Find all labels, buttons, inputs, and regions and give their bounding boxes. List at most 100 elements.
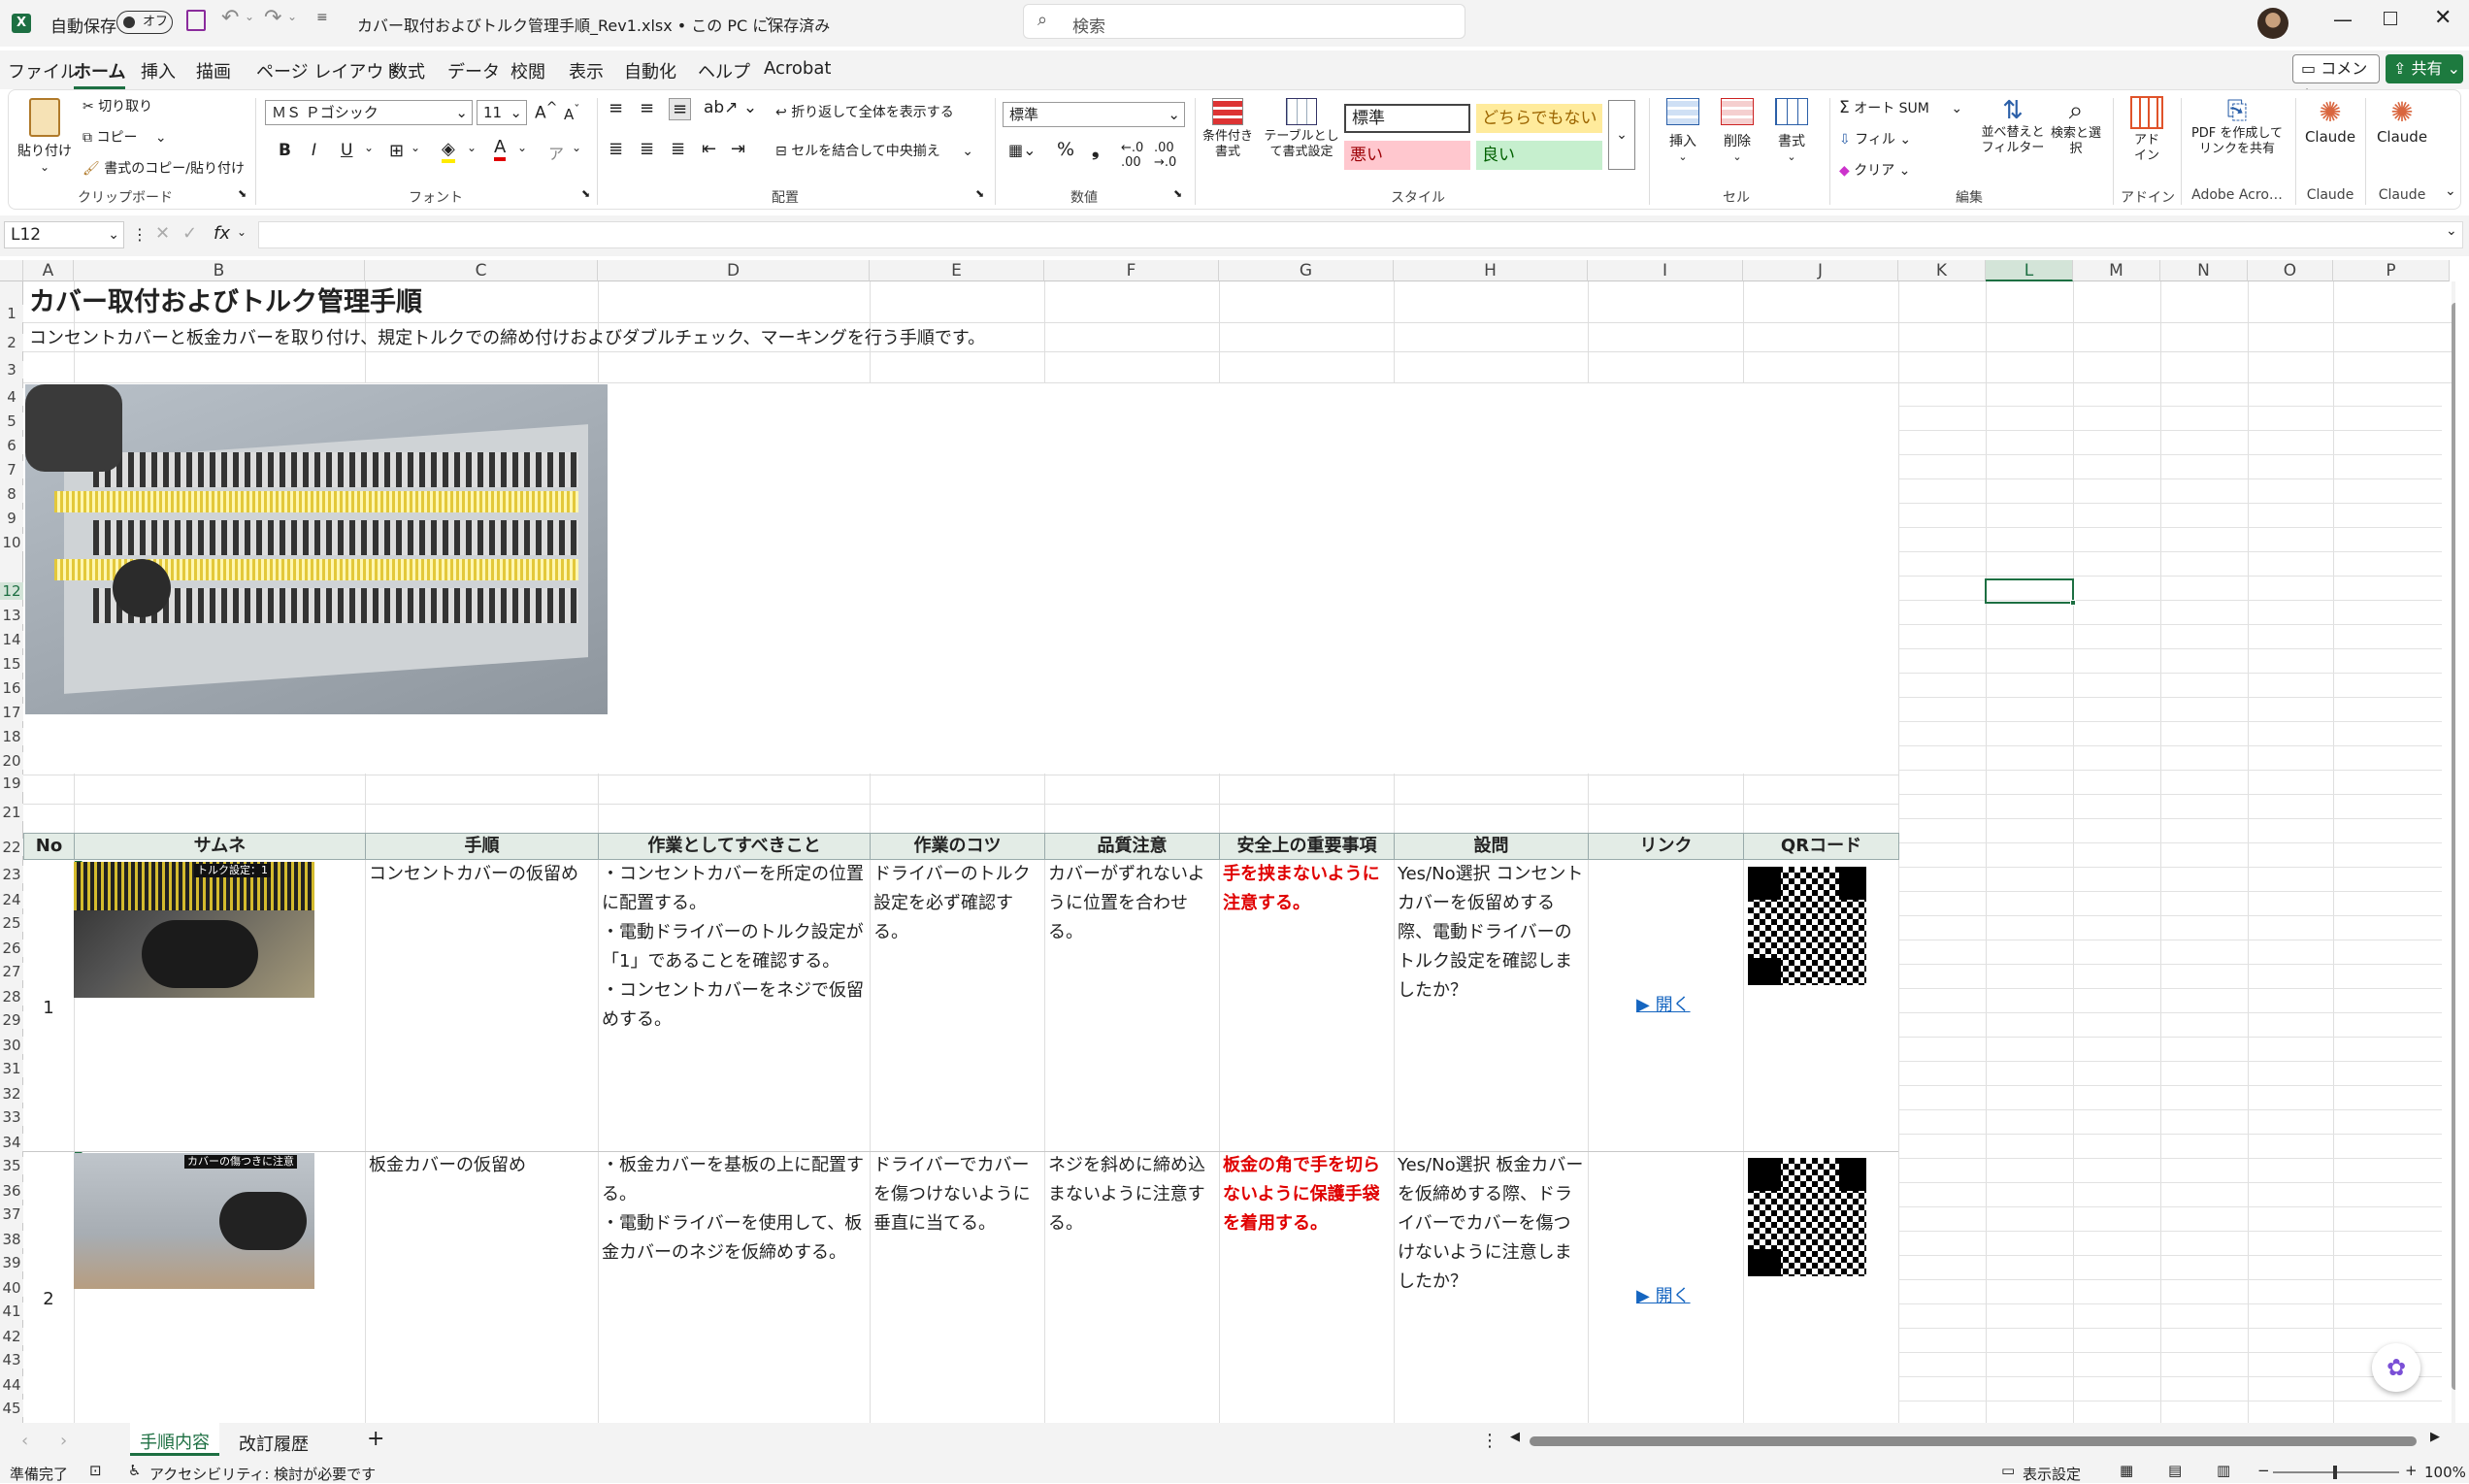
page-layout-view-icon[interactable]: ▤ [2168, 1462, 2182, 1479]
zoom-level[interactable]: 100% [2424, 1464, 2466, 1481]
selected-cell-l12[interactable] [1985, 578, 2074, 604]
font-name-select[interactable]: ＭＳ Ｐゴシック ⌄ [265, 100, 473, 125]
font-color-dropdown-icon[interactable]: ⌄ [517, 141, 527, 154]
save-icon[interactable] [186, 10, 206, 31]
row-1-open-link[interactable]: ▶ 開く [1636, 991, 1691, 1020]
menu-help[interactable]: ヘルプ [698, 58, 750, 83]
row-header[interactable]: 26 [0, 940, 23, 957]
row-2-step[interactable]: 板金カバーの仮留め [369, 1151, 596, 1180]
col-header-j[interactable]: J [1743, 260, 1898, 281]
close-icon[interactable]: ✕ [2434, 6, 2452, 30]
autosum-button[interactable]: Σ オート SUM ⌄ [1839, 98, 1962, 117]
wiring-panel-photo[interactable] [25, 384, 608, 714]
accounting-format-icon[interactable]: ▦⌄ [1008, 141, 1037, 159]
format-as-table-button[interactable]: テーブルとして書式設定 [1263, 98, 1340, 160]
decrease-font-icon[interactable]: Aˇ [564, 102, 580, 123]
row-2-safety[interactable]: 板金の角で手を切らないように保護手袋を着用する。 [1223, 1151, 1392, 1238]
row-header[interactable]: 27 [0, 963, 23, 980]
row-1-no[interactable]: 1 [23, 994, 74, 1023]
select-all-corner[interactable] [0, 260, 23, 281]
col-header-h[interactable]: H [1394, 260, 1588, 281]
name-box[interactable]: L12 ⌄ [4, 221, 124, 248]
row-header[interactable]: 7 [0, 461, 23, 478]
row-header[interactable]: 24 [0, 891, 23, 908]
claude-button-1[interactable]: ✺ Claude [2301, 96, 2359, 146]
font-launcher-icon[interactable]: ⬊ [581, 187, 590, 200]
add-sheet-icon[interactable]: + [367, 1427, 384, 1451]
redo-icon[interactable]: ↷ [264, 6, 281, 30]
horizontal-scroll-thumb[interactable] [1530, 1436, 2417, 1446]
row-2-thumbnail[interactable]: カバーの傷つきに注意 [74, 1153, 314, 1289]
fill-color-icon[interactable]: ◈ [442, 139, 455, 163]
row-header[interactable]: 31 [0, 1060, 23, 1077]
col-header-p[interactable]: P [2333, 260, 2450, 281]
row-header[interactable]: 41 [0, 1303, 23, 1320]
italic-button[interactable]: I [312, 141, 316, 160]
increase-font-icon[interactable]: A^ [535, 100, 558, 123]
cut-button[interactable]: ✂ 切り取り [82, 96, 152, 115]
row-header[interactable]: 6 [0, 437, 23, 454]
redo-dropdown-icon[interactable]: ⌄ [287, 10, 297, 23]
create-pdf-button[interactable]: ⎘ PDF を作成してリンクを共有 [2187, 96, 2288, 157]
header-todo[interactable]: 作業としてすべきこと [598, 833, 871, 860]
align-bottom-icon[interactable]: ≡ [669, 98, 692, 120]
col-header-k[interactable]: K [1898, 260, 1986, 281]
row-header[interactable]: 17 [0, 704, 23, 721]
user-avatar[interactable] [2257, 8, 2288, 39]
row-header-selected[interactable]: 12 [0, 582, 23, 600]
phonetic-dropdown-icon[interactable]: ⌄ [572, 141, 581, 154]
row-header[interactable]: 8 [0, 485, 23, 503]
style-neutral[interactable]: どちらでもない [1476, 104, 1602, 133]
claude-button-2[interactable]: ✺ Claude [2373, 96, 2431, 146]
sheet-title[interactable]: カバー取付およびトルク管理手順 [29, 285, 422, 320]
display-settings[interactable]: 表示設定 [2023, 1464, 2081, 1484]
row-header[interactable]: 20 [0, 752, 23, 770]
header-no[interactable]: No [23, 833, 75, 860]
zoom-slider-thumb[interactable] [2333, 1466, 2337, 1479]
menu-insert[interactable]: 挿入 [141, 58, 176, 83]
font-size-select[interactable]: 11 ⌄ [477, 100, 527, 125]
row-header[interactable]: 19 [0, 775, 23, 792]
addins-button[interactable]: アドイン [2123, 96, 2171, 164]
row-header[interactable]: 36 [0, 1182, 23, 1200]
format-painter-button[interactable]: 🖌 書式のコピー/貼り付け [82, 158, 245, 178]
accessibility-status[interactable]: アクセシビリティ: 検討が必要です [149, 1464, 376, 1484]
col-header-o[interactable]: O [2248, 260, 2333, 281]
row-header[interactable]: 3 [0, 361, 23, 379]
row-header[interactable]: 4 [0, 388, 23, 406]
share-button[interactable]: ⇪ 共有 ⌄ [2386, 54, 2463, 83]
row-1-tip[interactable]: ドライバーのトルク設定を必ず確認する。 [873, 860, 1042, 947]
row-1-qr-code[interactable] [1745, 864, 1869, 988]
format-cells-button[interactable]: 書式 ⌄ [1767, 98, 1816, 163]
row-header[interactable]: 13 [0, 607, 23, 624]
orientation-icon[interactable]: ab↗ ⌄ [704, 98, 757, 117]
copilot-button[interactable]: ✿ [2372, 1343, 2420, 1392]
normal-view-icon[interactable]: ▦ [2120, 1462, 2133, 1479]
zoom-in-icon[interactable]: + [2405, 1462, 2418, 1479]
insert-cells-button[interactable]: 挿入 ⌄ [1659, 98, 1707, 163]
bold-button[interactable]: B [279, 141, 291, 160]
row-header[interactable]: 39 [0, 1254, 23, 1271]
underline-button[interactable]: U [341, 141, 352, 160]
tab-procedure[interactable]: 手順内容 [130, 1423, 219, 1456]
row-2-todo-2[interactable]: ・電動ドライバーを使用して、板金カバーのネジを仮締めする。 [602, 1209, 868, 1268]
row-1-safety[interactable]: 手を挟まないように注意する。 [1223, 860, 1392, 918]
style-good[interactable]: 良い [1476, 141, 1602, 170]
col-header-l[interactable]: L [1986, 260, 2073, 281]
sheet-description[interactable]: コンセントカバーと板金カバーを取り付け、規定トルクでの締め付けおよびダブルチェッ… [29, 324, 985, 353]
find-select-button[interactable]: ⌕ 検索と選択 [2051, 96, 2101, 157]
menu-review[interactable]: 校閲 [510, 58, 545, 83]
row-2-no[interactable]: 2 [23, 1285, 74, 1314]
row-2-open-link[interactable]: ▶ 開く [1636, 1282, 1691, 1311]
header-quality[interactable]: 品質注意 [1044, 833, 1220, 860]
conditional-format-button[interactable]: 条件付き書式 [1199, 98, 1257, 160]
minimize-icon[interactable]: — [2333, 8, 2353, 31]
page-break-view-icon[interactable]: ▥ [2217, 1462, 2230, 1479]
col-header-c[interactable]: C [365, 260, 598, 281]
header-tip[interactable]: 作業のコツ [870, 833, 1045, 860]
row-header[interactable]: 40 [0, 1279, 23, 1297]
alignment-launcher-icon[interactable]: ⬊ [975, 187, 984, 200]
underline-dropdown-icon[interactable]: ⌄ [364, 141, 374, 154]
fill-button[interactable]: ⇩ フィル ⌄ [1839, 129, 1911, 148]
row-1-quality[interactable]: カバーがずれないように位置を合わせる。 [1048, 860, 1217, 947]
